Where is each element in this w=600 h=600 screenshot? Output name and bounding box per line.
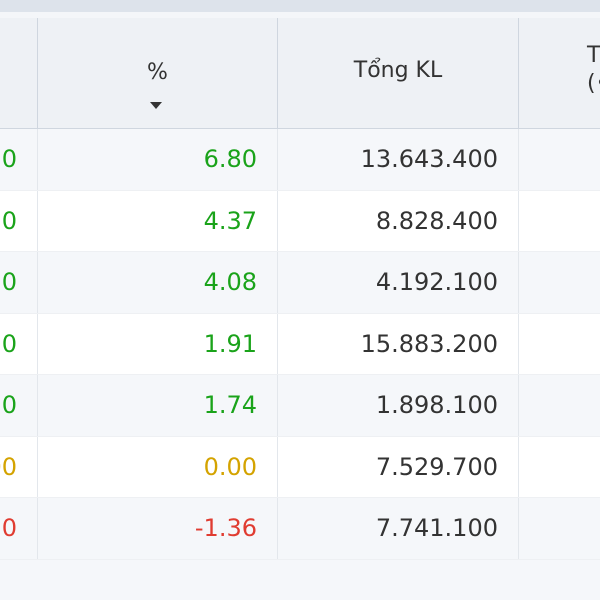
- header-percent[interactable]: %: [37, 18, 277, 128]
- table-row[interactable]: 50 1.74 1.898.100: [0, 375, 600, 437]
- table-body: 70 6.80 13.643.400 50 4.37 8.828.400 50 …: [0, 129, 600, 560]
- cell-percent: 4.08: [37, 252, 277, 313]
- cell-volume: 1.898.100: [277, 375, 518, 436]
- cell-volume: 7.529.700: [277, 436, 518, 497]
- header-cell-truncated[interactable]: [0, 18, 37, 128]
- table-row[interactable]: 50 4.08 4.192.100: [0, 252, 600, 314]
- header-percent-label: %: [147, 60, 168, 85]
- cell-percent: -1.36: [37, 498, 277, 559]
- table-row[interactable]: 00 0.00 7.529.700: [0, 436, 600, 498]
- top-band: [0, 0, 600, 12]
- cell-partial: 70: [0, 145, 17, 174]
- empty-area: [0, 560, 600, 600]
- cell-partial: 50: [0, 514, 17, 543]
- table-header: % Tổng KL T (•: [0, 18, 600, 129]
- header-next-column[interactable]: T (•: [518, 18, 600, 128]
- cell-percent: 6.80: [37, 129, 277, 190]
- cell-partial: 50: [0, 391, 17, 420]
- cell-next: [518, 375, 600, 436]
- cell-next: [518, 498, 600, 559]
- cell-percent: 0.00: [37, 436, 277, 497]
- cell-percent: 1.91: [37, 313, 277, 374]
- cell-volume: 15.883.200: [277, 313, 518, 374]
- cell-partial: 50: [0, 268, 17, 297]
- cell-partial: 50: [0, 206, 17, 235]
- table-row[interactable]: 50 1.91 15.883.200: [0, 313, 600, 375]
- cell-partial: 50: [0, 329, 17, 358]
- header-next-column-label: T (•: [587, 43, 600, 96]
- cell-next: [518, 190, 600, 251]
- cell-next: [518, 252, 600, 313]
- header-total-volume-label: Tổng KL: [353, 58, 443, 83]
- cell-next: [518, 313, 600, 374]
- header-total-volume[interactable]: Tổng KL: [277, 18, 518, 128]
- table-row[interactable]: 70 6.80 13.643.400: [0, 129, 600, 191]
- cell-volume: 7.741.100: [277, 498, 518, 559]
- cell-partial: 00: [0, 452, 17, 481]
- sort-desc-icon[interactable]: [150, 102, 162, 109]
- cell-percent: 4.37: [37, 190, 277, 251]
- cell-volume: 4.192.100: [277, 252, 518, 313]
- table-row[interactable]: 50 -1.36 7.741.100: [0, 498, 600, 560]
- cell-percent: 1.74: [37, 375, 277, 436]
- cell-volume: 13.643.400: [277, 129, 518, 190]
- table-row[interactable]: 50 4.37 8.828.400: [0, 190, 600, 252]
- stock-table: % Tổng KL T (• 70 6.80 13.643.400 50 4.3…: [0, 0, 600, 600]
- cell-next: [518, 129, 600, 190]
- cell-next: [518, 436, 600, 497]
- cell-volume: 8.828.400: [277, 190, 518, 251]
